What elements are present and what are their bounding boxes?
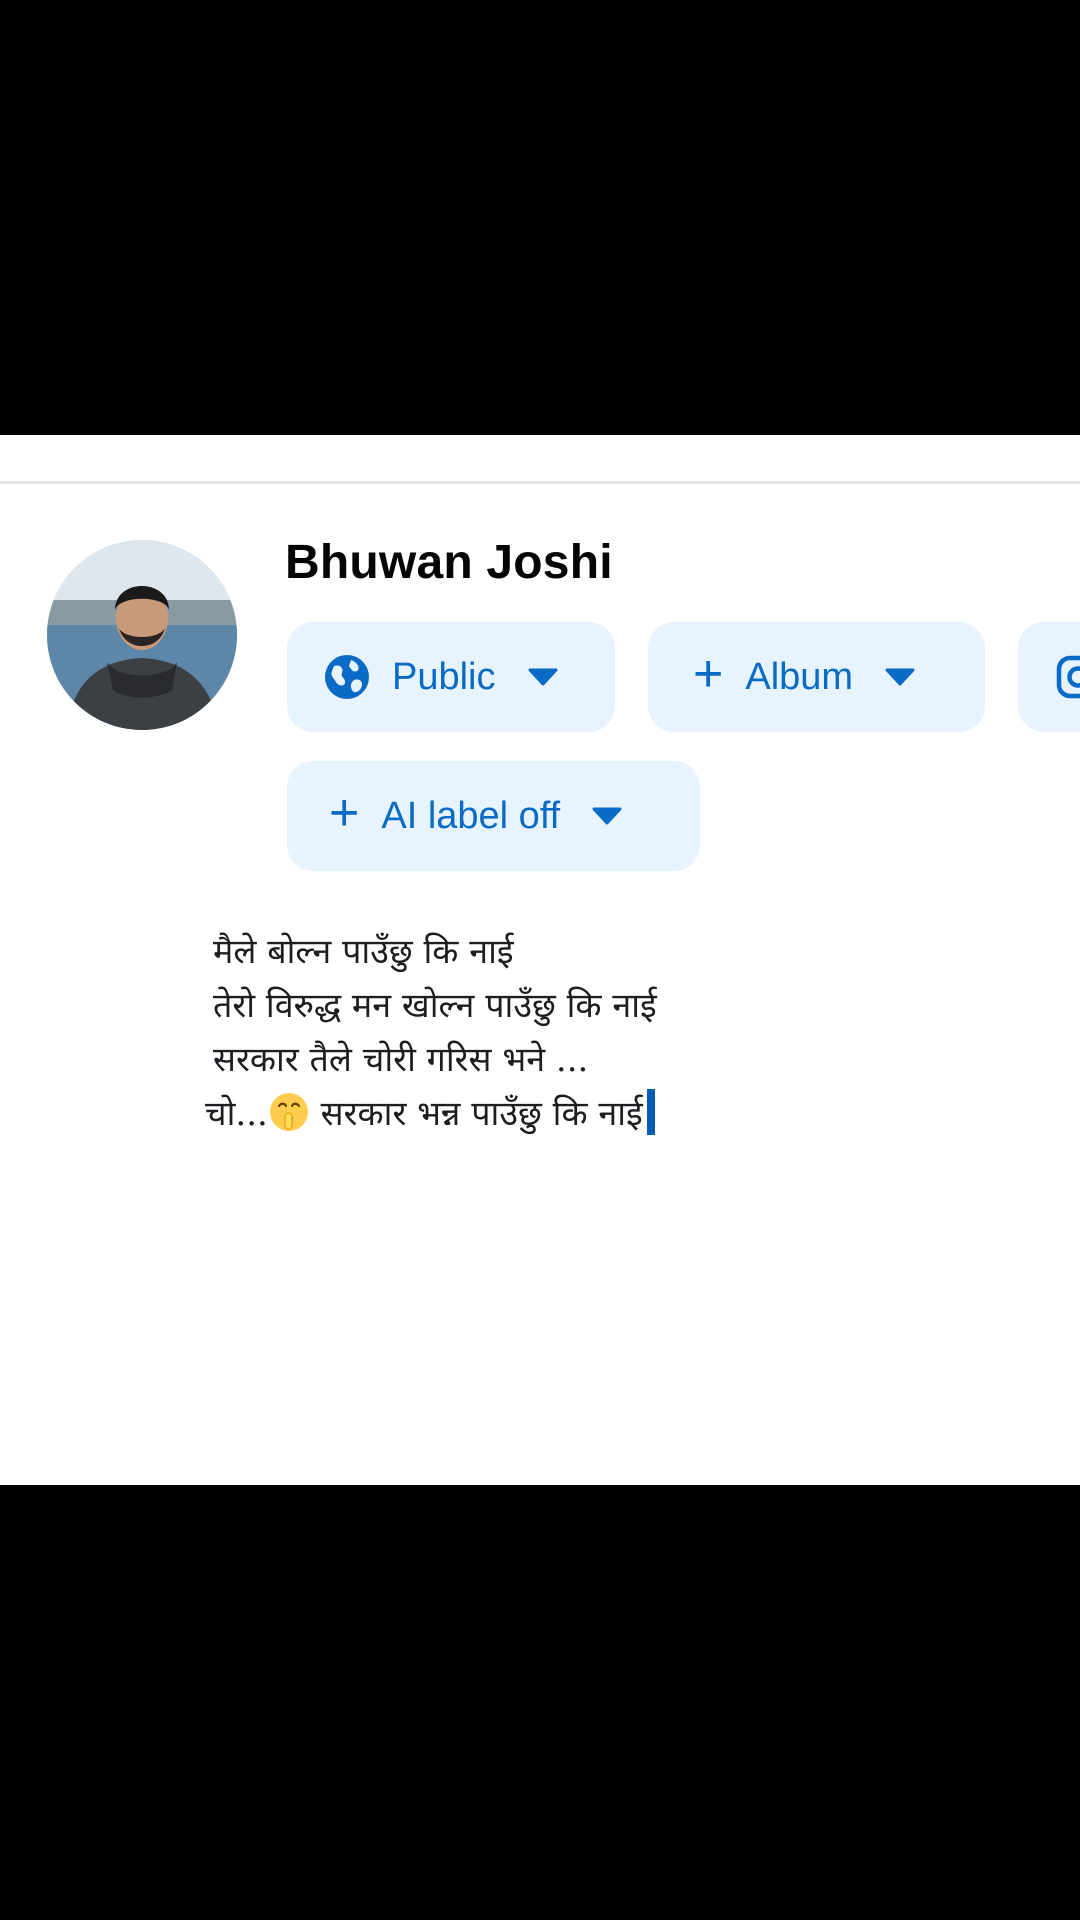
ai-label-selector[interactable]: + AI label off [287,761,700,871]
globe-icon [324,654,370,700]
ai-label-text: AI label off [381,794,561,837]
post-line: तेरो विरुद्ध मन खोल्न पाउँछु कि नाई [213,986,657,1026]
post-composer: Bhuwan Joshi Public + Album + AI label o… [0,435,1080,1485]
avatar[interactable] [47,540,237,730]
post-line-end: सरकार भन्न पाउँछु कि नाई [309,1094,643,1134]
plus-icon: + [693,645,724,703]
caret-down-icon [592,806,622,826]
post-text-input[interactable]: मैले बोल्न पाउँछु कि नाई तेरो विरुद्ध मन… [205,925,657,1141]
instagram-toggle[interactable] [1018,622,1080,732]
divider [0,481,1080,484]
post-line-start: चो... [205,1094,268,1134]
plus-icon: + [329,784,360,842]
caret-down-icon [885,667,915,687]
shushing-face-emoji [268,1091,310,1133]
letterbox-top [0,0,1080,435]
album-selector[interactable]: + Album [648,622,985,732]
audience-selector[interactable]: Public [287,622,615,732]
album-label: Album [745,655,854,698]
post-line: चो... सरकार भन्न पाउँछु कि नाई [205,1087,657,1141]
caret-down-icon [528,667,558,687]
letterbox-bottom [0,1485,1080,1920]
instagram-icon [1056,655,1080,699]
text-cursor [646,1089,655,1135]
post-line: मैले बोल्न पाउँछु कि नाई [213,932,514,972]
user-name: Bhuwan Joshi [285,536,613,589]
post-line: सरकार तैले चोरी गरिस भने ... [213,1040,589,1080]
audience-label: Public [392,655,496,698]
profile-photo [47,540,237,730]
